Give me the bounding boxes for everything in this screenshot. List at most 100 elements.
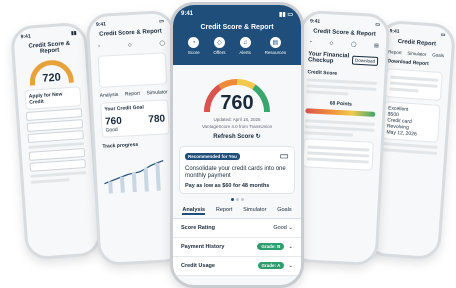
status-bar: 9:41 ▭: [310, 18, 380, 28]
grade-badge: Grade: B: [257, 243, 285, 250]
nav-label: Offers: [213, 50, 226, 55]
tag-icon[interactable]: ◇: [329, 40, 333, 46]
tab-analysis[interactable]: Analysis: [182, 207, 206, 215]
tab-report[interactable]: Report: [216, 207, 233, 215]
updated-date: Updated: April 18, 2026: [213, 117, 261, 122]
credit-score: 760: [220, 92, 254, 114]
screen-title: Credit Score & Report: [28, 40, 71, 55]
screen-title: Credit Report: [397, 38, 437, 48]
summary-card: [302, 138, 374, 171]
download-button[interactable]: Download: [351, 55, 379, 66]
book-icon[interactable]: ▤: [374, 43, 379, 49]
apply-card[interactable]: Apply for New Credit: [24, 86, 82, 111]
score-model: VantageScore 4.0 from TransUnion: [201, 124, 273, 129]
chevron-down-icon: ⌄: [288, 263, 293, 269]
nav-icons: ◔ ◇ ◯: [97, 40, 165, 50]
gauge-icon[interactable]: ◔: [309, 39, 312, 45]
apply-heading: Apply for New Credit: [28, 91, 63, 106]
header: 9:41 ▮▮ ▭ Credit Score & Report ◔ Score ◇ O…: [173, 5, 301, 65]
tab-goals[interactable]: Goals: [277, 207, 291, 215]
account-details: Excellent $500 Credit card Revolving May…: [381, 101, 441, 143]
tab-report[interactable]: Report: [125, 91, 140, 98]
chart-area: [97, 52, 168, 88]
factor-score-rating[interactable]: Score Rating Good ⌄: [173, 219, 301, 238]
status-time: 9:41: [181, 11, 194, 17]
nav-label: Alerts: [239, 50, 251, 55]
goal-label: Your Credit Goal: [104, 104, 144, 113]
chevron-down-icon: ⌄: [288, 225, 293, 231]
status-bar: 9:41 ▭: [96, 18, 164, 28]
grade-badge: Grade: A: [257, 262, 285, 269]
tab-bar: Analysis Report Simulator Goals: [173, 207, 301, 219]
tab-simulator[interactable]: Simulator: [146, 89, 167, 96]
section-title: Credit Score: [307, 69, 338, 77]
bell-icon: ♫: [239, 37, 251, 48]
recommendation-message: Consolidate your credit cards into one m…: [185, 166, 286, 179]
progress-label: Track progress: [102, 141, 139, 150]
book-icon: ▤: [269, 37, 281, 48]
refresh-label: Refresh Score: [213, 134, 254, 140]
nav-row: ◔ Score ◇ Offers ♫ Alerts ▤ Resources: [181, 37, 293, 55]
carousel-dots[interactable]: [173, 198, 301, 201]
tab-analysis[interactable]: Analysis: [100, 92, 119, 99]
status-time: 9:41: [389, 28, 400, 35]
battery-icon: ▭: [375, 21, 381, 28]
tab-bar: Analysis Report Simulator: [100, 89, 168, 99]
factor-credit-usage[interactable]: Credit Usage Grade: A ⌄: [173, 257, 301, 276]
tag-icon: ◇: [213, 37, 225, 48]
nav-label: Resources: [264, 50, 287, 55]
tag-icon[interactable]: ◇: [128, 42, 132, 48]
bell-icon[interactable]: ◯: [159, 40, 165, 46]
factor-label: Score Rating: [181, 225, 215, 231]
factor-label: Payment History: [181, 244, 225, 250]
gauge-icon: ◔: [188, 37, 200, 48]
recommendation-card[interactable]: Recommended for You ▭ Consolidate your cr…: [179, 146, 295, 194]
download-report-link[interactable]: Download Report: [387, 58, 443, 68]
recommended-badge: Recommended for You: [185, 153, 240, 160]
tab-goals[interactable]: Goals: [432, 52, 444, 58]
card-icon: ▭: [279, 151, 289, 162]
nav-offers[interactable]: ◇ Offers: [213, 37, 226, 55]
gauge-icon[interactable]: ◔: [97, 44, 100, 50]
screen-title: Credit Score & Report: [313, 28, 376, 38]
tab-simulator[interactable]: Simulator: [243, 207, 266, 215]
factor-value: Good: [273, 225, 287, 231]
bell-icon[interactable]: ◯: [351, 42, 357, 48]
status-bar: 9:41 ▮▮: [20, 30, 76, 40]
points-label: 68 Points: [329, 100, 353, 108]
current-score: 760: [104, 115, 123, 128]
score-gauge: 760: [200, 75, 274, 115]
nav-label: Score: [187, 50, 200, 55]
screen-title: Credit Score & Report: [99, 28, 162, 38]
tab-simulator[interactable]: Simulator: [407, 51, 426, 57]
battery-icon: ▭: [159, 18, 165, 25]
nav-score[interactable]: ◔ Score: [188, 37, 200, 55]
factor-payment-history[interactable]: Payment History Grade: B ⌄: [173, 238, 301, 257]
phone-center: 9:41 ▮▮ ▭ Credit Score & Report ◔ Score ◇ O…: [170, 2, 304, 288]
signal-battery-icon: ▮▮ ▭: [279, 12, 293, 18]
goal-score: 780: [148, 113, 166, 126]
nav-icons: ◔ ◇ ◯ ▤: [309, 39, 379, 49]
recommendation-payment: Pay as low as $60 for 48 months: [185, 183, 270, 189]
refresh-icon: ↻: [255, 134, 261, 140]
status-time: 9:41: [95, 21, 107, 28]
page-title: Credit Score & Report: [200, 24, 274, 31]
nav-alerts[interactable]: ♫ Alerts: [239, 37, 251, 55]
chevron-down-icon: ⌄: [288, 244, 293, 250]
checkup-heading: Your Financial Checkup: [307, 51, 350, 65]
score-gauge: [28, 58, 74, 86]
points-bar: [305, 108, 376, 117]
tab-report[interactable]: Report: [388, 49, 402, 55]
report-card: [384, 68, 443, 102]
status-time: 9:41: [20, 33, 31, 41]
refresh-score-link[interactable]: Refresh Score ↻: [173, 133, 301, 140]
nav-resources[interactable]: ▤ Resources: [264, 37, 287, 55]
amount-field[interactable]: [27, 130, 84, 143]
status-time: 9:41: [309, 18, 321, 25]
factor-label: Credit Usage: [181, 263, 215, 269]
status-bar: 9:41 ▭: [389, 28, 445, 38]
goal-card: Your Credit Goal 760 780 Good: [100, 99, 170, 138]
progress-chart: [104, 160, 164, 194]
tab-bar: Report Simulator Goals: [388, 49, 444, 58]
balance-field[interactable]: [29, 158, 86, 172]
